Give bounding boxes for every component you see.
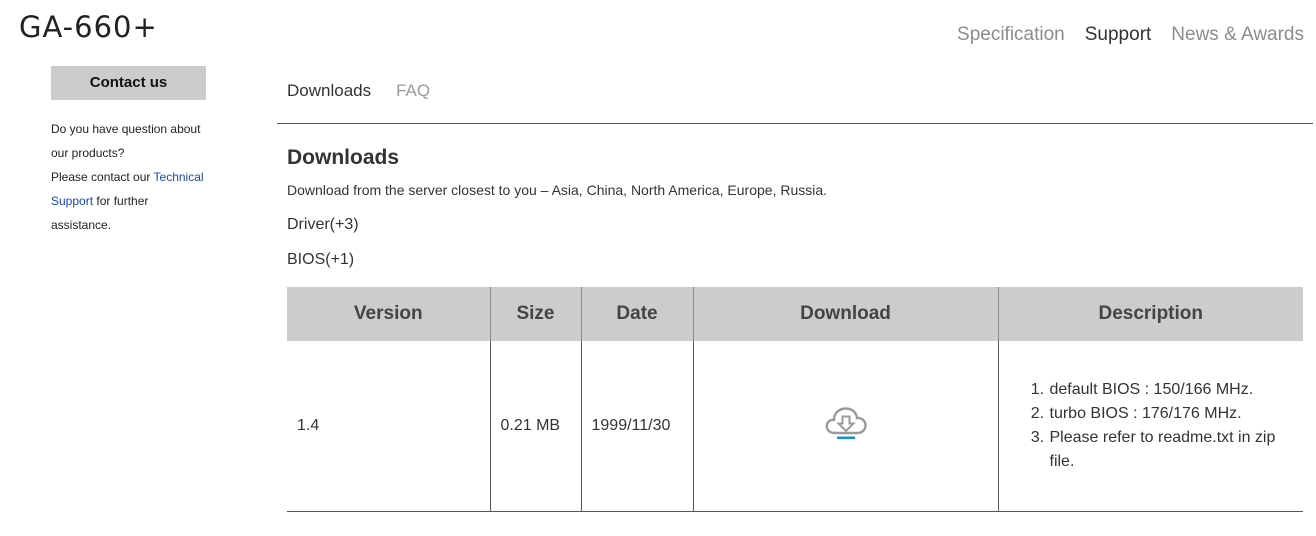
category-bios[interactable]: BIOS(+1)	[287, 251, 354, 269]
cell-date: 1999/11/30	[580, 341, 693, 512]
tabs-divider	[277, 123, 1313, 124]
tab-downloads[interactable]: Downloads	[287, 81, 371, 101]
sidebar: Contact us Do you have question about ou…	[51, 66, 209, 237]
cell-version: 1.4	[287, 341, 490, 512]
nav-support[interactable]: Support	[1085, 24, 1152, 46]
cell-size: 0.21 MB	[489, 341, 581, 512]
contact-us-button[interactable]: Contact us	[51, 66, 206, 100]
top-nav: Specification Support News & Awards	[957, 24, 1304, 46]
bios-table: Version Size Date Download Description 1…	[287, 287, 1303, 512]
technical-support-link-part1[interactable]: Technical	[154, 170, 204, 184]
tab-faq[interactable]: FAQ	[396, 81, 430, 101]
cell-download	[692, 341, 998, 512]
description-item: turbo BIOS : 176/176 MHz.	[1049, 402, 1294, 426]
header-description: Description	[997, 287, 1303, 341]
help-line-1: Do you have question about	[51, 122, 201, 136]
category-driver[interactable]: Driver(+3)	[287, 216, 359, 234]
technical-support-link-part2[interactable]: Support	[51, 194, 93, 208]
contact-help-text: Do you have question about our products?…	[51, 117, 209, 237]
cloud-download-icon[interactable]	[823, 403, 869, 443]
description-list: default BIOS : 150/166 MHz. turbo BIOS :…	[1009, 378, 1304, 474]
header-size: Size	[489, 287, 581, 341]
help-line-4: Support for further assistance.	[51, 189, 209, 237]
help-line-3: Please contact our Technical	[51, 165, 209, 189]
support-tabs: Downloads FAQ	[287, 81, 430, 101]
header-version: Version	[287, 287, 490, 341]
header-download: Download	[692, 287, 998, 341]
nav-specification[interactable]: Specification	[957, 24, 1065, 46]
downloads-description: Download from the server closest to you …	[287, 182, 828, 198]
cell-description: default BIOS : 150/166 MHz. turbo BIOS :…	[997, 341, 1304, 512]
downloads-title: Downloads	[287, 146, 400, 169]
table-row: 1.4 0.21 MB 1999/11/30 default BIOS : 15…	[287, 341, 1304, 512]
header-date: Date	[580, 287, 693, 341]
table-header-row: Version Size Date Download Description	[287, 287, 1303, 341]
product-title: GA-660+	[19, 10, 158, 44]
help-line-2: our products?	[51, 146, 125, 160]
nav-news-awards[interactable]: News & Awards	[1171, 24, 1304, 46]
description-item: Please refer to readme.txt in zip file.	[1049, 426, 1294, 474]
description-item: default BIOS : 150/166 MHz.	[1049, 378, 1294, 402]
help-line-3-prefix: Please contact our	[51, 170, 154, 184]
